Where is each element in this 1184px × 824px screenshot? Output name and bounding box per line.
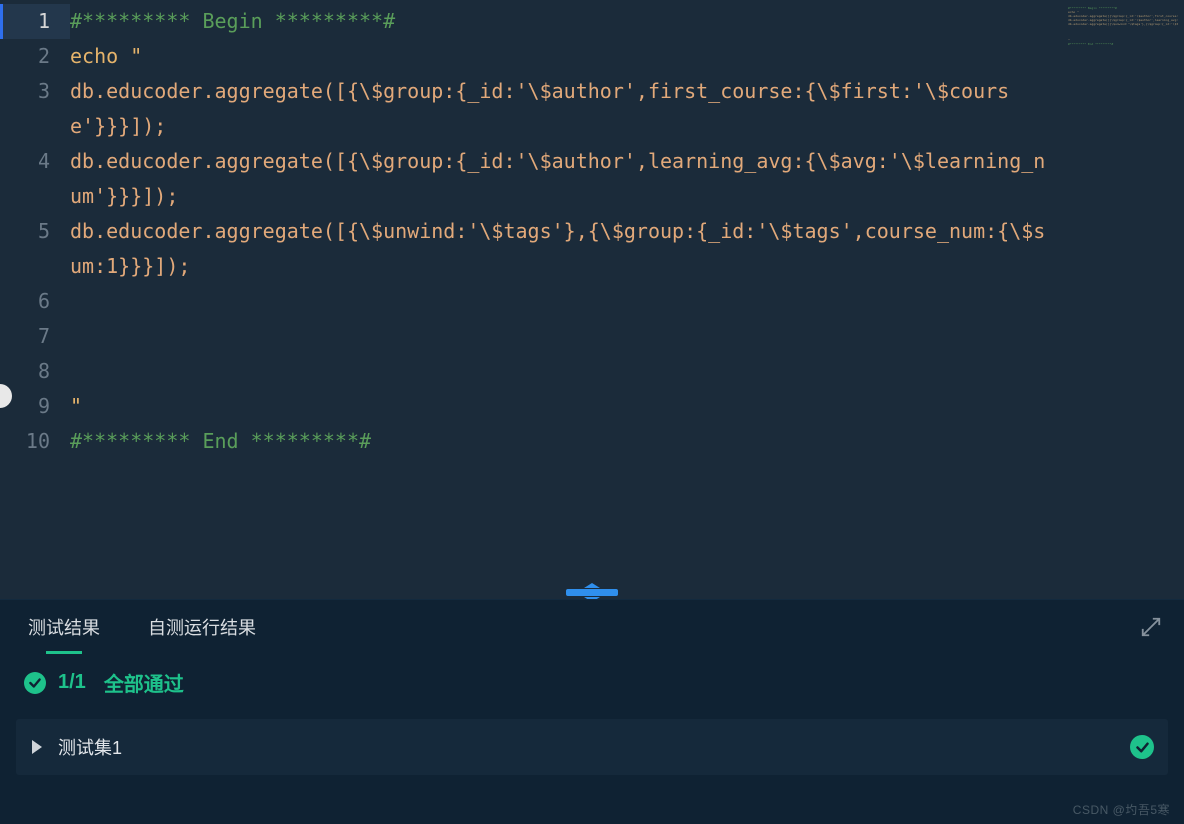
line-number: 6 xyxy=(0,284,50,319)
test-set-label: 测试集1 xyxy=(58,734,122,760)
code-token: db.educoder.aggregate([{\$group:{_id:'\$… xyxy=(70,79,1009,138)
code-token: db.educoder.aggregate([{\$group:{_id:'\$… xyxy=(70,149,1045,208)
line-number: 8 xyxy=(0,354,50,389)
code-line[interactable]: db.educoder.aggregate([{\$unwind:'\$tags… xyxy=(70,214,1054,284)
line-number: 9 xyxy=(0,389,50,424)
code-token: echo xyxy=(70,44,130,68)
tab-test-results[interactable]: 测试结果 xyxy=(28,614,100,640)
code-token: db.educoder.aggregate([{\$unwind:'\$tags… xyxy=(70,219,1045,278)
code-token: #********* Begin *********# xyxy=(70,9,395,33)
code-line[interactable]: db.educoder.aggregate([{\$group:{_id:'\$… xyxy=(70,74,1054,144)
results-tabs: 测试结果 自测运行结果 xyxy=(0,600,1184,654)
code-area[interactable]: #********* Begin *********# echo " db.educ… xyxy=(70,4,1184,599)
watermark-text: CSDN @圴吾5寒 xyxy=(1073,801,1170,818)
line-number: 4 xyxy=(0,144,50,214)
code-token: " xyxy=(130,44,142,68)
test-set-row[interactable]: 测试集1 xyxy=(16,719,1168,775)
code-token: #********* End *********# xyxy=(70,429,371,453)
result-summary: 1/1 全部通过 xyxy=(0,654,1184,707)
line-number: 2 xyxy=(0,39,50,74)
code-line[interactable]: echo " xyxy=(70,39,1054,74)
minimap[interactable]: #********* Begin *********# echo " db.ed… xyxy=(1068,6,1178,86)
code-line[interactable] xyxy=(70,319,1054,354)
code-line[interactable] xyxy=(70,284,1054,319)
code-line[interactable]: db.educoder.aggregate([{\$group:{_id:'\$… xyxy=(70,144,1054,214)
tab-self-test-results[interactable]: 自测运行结果 xyxy=(148,614,256,640)
code-line[interactable]: #********* Begin *********# xyxy=(70,4,1054,39)
code-line[interactable]: " xyxy=(70,389,1054,424)
line-number: 1 xyxy=(0,4,50,39)
line-number: 10 xyxy=(0,424,50,459)
score-text: 1/1 xyxy=(58,671,86,694)
results-panel: 测试结果 自测运行结果 1/1 全部通过 测试集1 CSDN @圴吾5寒 xyxy=(0,599,1184,824)
line-number: 5 xyxy=(0,214,50,284)
code-line[interactable]: #********* End *********# xyxy=(70,424,1054,459)
line-number: 3 xyxy=(0,74,50,144)
code-token: " xyxy=(70,394,82,418)
code-editor[interactable]: 12345678910 #********* Begin *********# e… xyxy=(0,0,1184,599)
line-number: 7 xyxy=(0,319,50,354)
pass-status-text: 全部通过 xyxy=(104,668,184,697)
test-set-pass-icon xyxy=(1130,735,1154,759)
check-icon xyxy=(24,672,46,694)
code-line[interactable] xyxy=(70,354,1054,389)
expand-panel-icon[interactable] xyxy=(1140,616,1162,638)
chevron-right-icon xyxy=(32,740,42,754)
line-number-gutter: 12345678910 xyxy=(0,4,70,599)
